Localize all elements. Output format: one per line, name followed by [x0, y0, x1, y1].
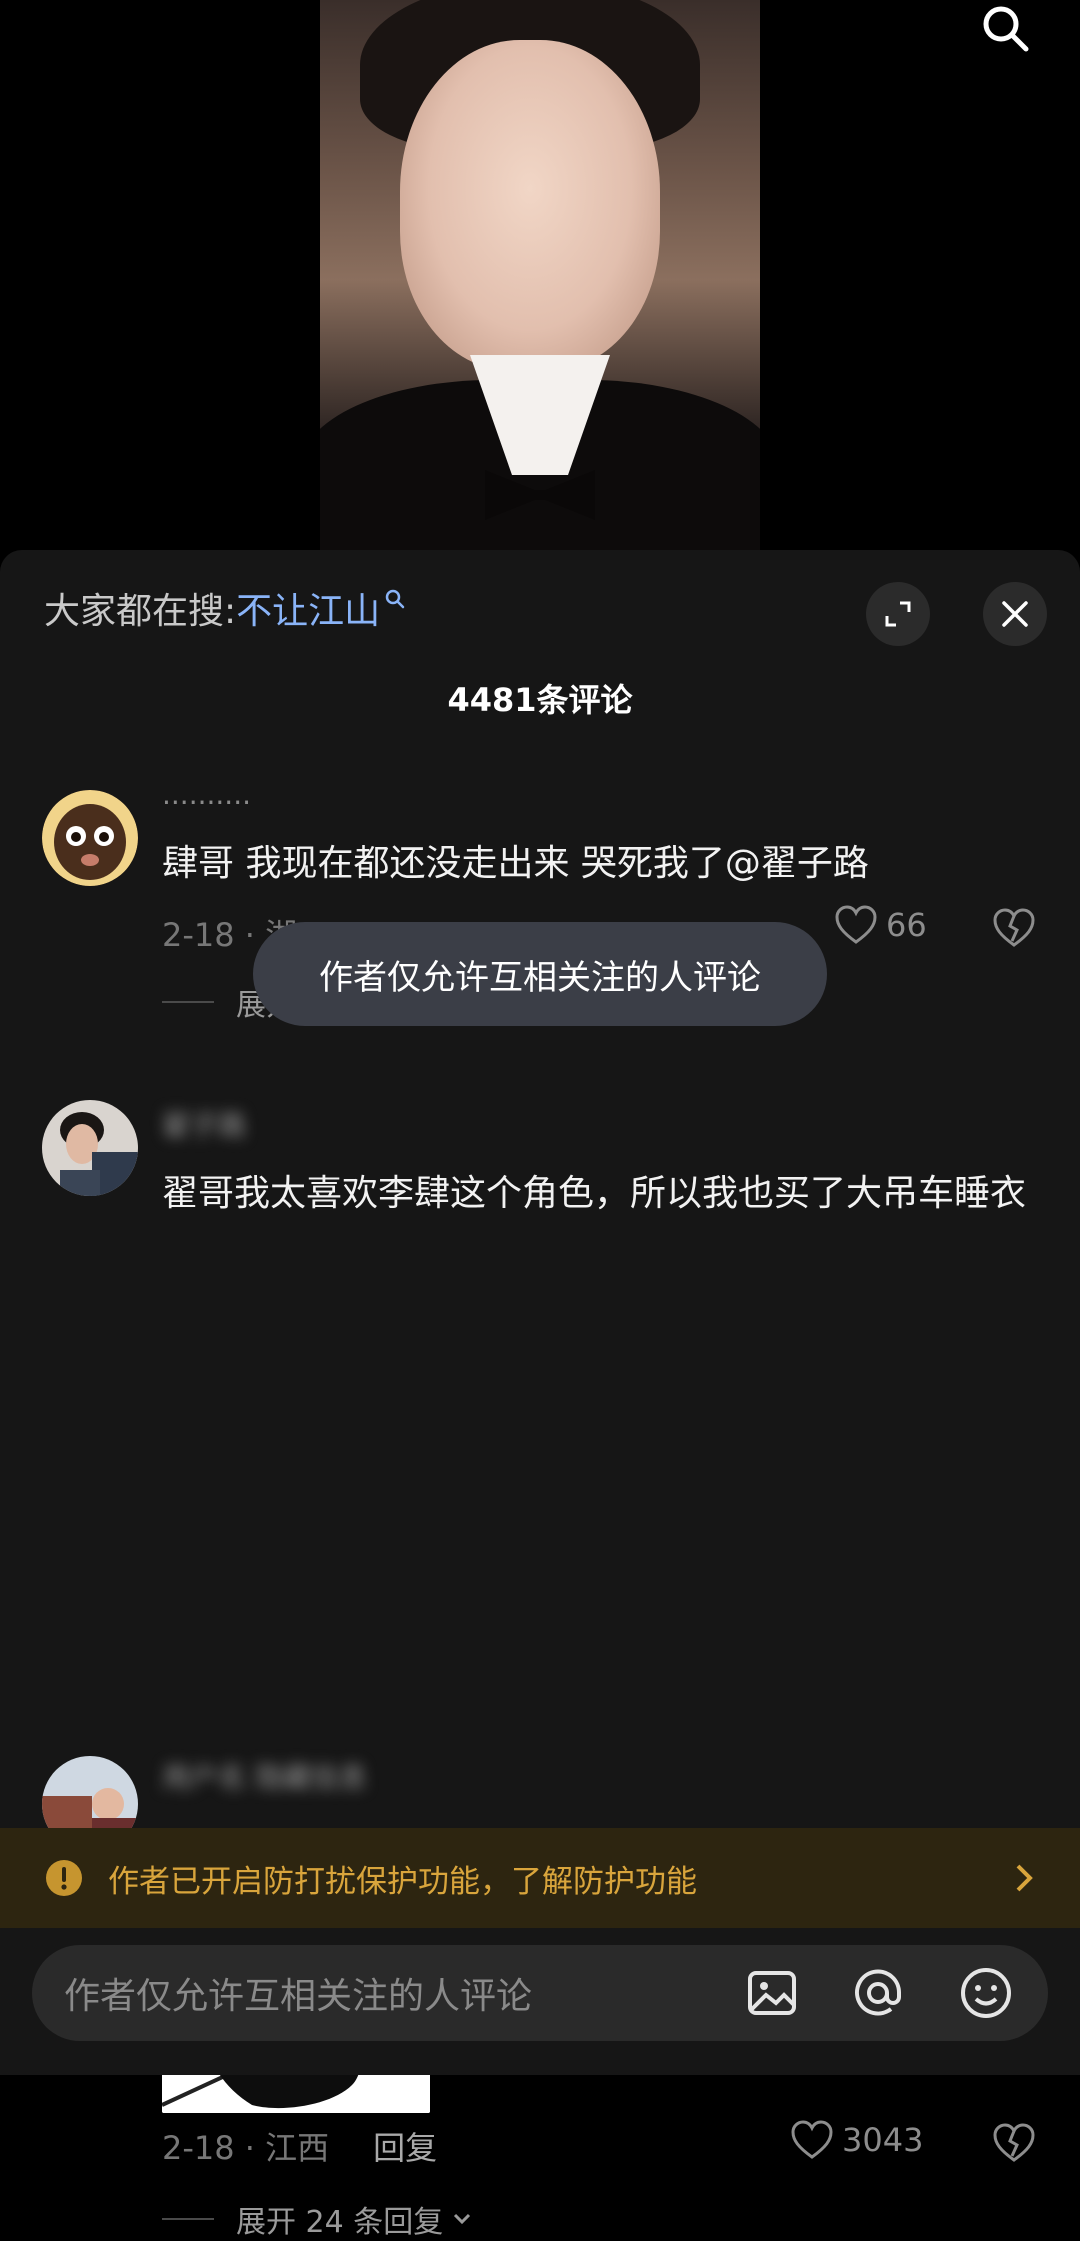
mention-button[interactable]	[848, 1963, 908, 2023]
comment-meta: 2-18 · 江西 回复	[162, 2123, 437, 2169]
reply-button[interactable]: 回复	[373, 2123, 437, 2169]
search-icon	[983, 6, 1029, 52]
chevron-down-icon	[454, 2213, 471, 2225]
chevron-right-icon	[1016, 1864, 1033, 1892]
avatar[interactable]	[42, 790, 138, 886]
like-count: 3043	[842, 2121, 924, 2159]
close-icon	[1002, 601, 1028, 627]
comment-username[interactable]: 翟子路	[162, 1104, 246, 1144]
emoji-icon	[961, 1968, 1011, 2018]
emoji-button[interactable]	[956, 1963, 1016, 2023]
at-icon	[855, 1969, 902, 2016]
avatar[interactable]	[42, 1100, 138, 1196]
expand-button[interactable]	[866, 582, 930, 646]
search-button[interactable]	[970, 0, 1040, 56]
video-preview[interactable]	[0, 0, 1080, 560]
dislike-button[interactable]	[992, 2123, 1036, 2167]
comment-input-placeholder: 作者仅允许互相关注的人评论	[64, 1976, 533, 2017]
avatar-image	[42, 790, 138, 886]
like-button[interactable]: 66	[834, 905, 927, 945]
anti-harassment-banner[interactable]: 作者已开启防打扰保护功能，了解防护功能	[0, 1828, 1080, 1928]
comment-input[interactable]: 作者仅允许互相关注的人评论	[32, 1945, 1048, 2041]
like-button[interactable]: 3043	[790, 2120, 923, 2160]
comment-date-location: 2-18 · 江西	[162, 2129, 330, 2167]
image-icon	[748, 1971, 796, 2015]
expand-icon	[885, 601, 911, 627]
avatar-image	[42, 1100, 138, 1196]
heart-icon	[835, 905, 877, 944]
image-button[interactable]	[742, 1963, 802, 2023]
like-count: 66	[886, 906, 927, 944]
comment-count: 4481条评论	[447, 681, 633, 719]
warning-icon	[46, 1860, 82, 1896]
heart-icon	[791, 2120, 833, 2159]
comment-text: 肆哥 我现在都还没走出来 哭死我了@翟子路	[162, 843, 869, 884]
expand-replies-label: 展开 24 条回复	[236, 2205, 444, 2240]
video-thumbnail	[320, 0, 760, 560]
hot-search-prefix: 大家都在搜:	[44, 591, 237, 632]
broken-heart-icon	[993, 908, 1035, 947]
toast-message: 作者仅允许互相关注的人评论	[253, 922, 827, 1026]
hot-search-keyword[interactable]: 不让江山	[236, 582, 380, 634]
search-small-icon	[385, 589, 405, 609]
comment-username[interactable]: ··········	[162, 786, 251, 819]
expand-replies[interactable]: 展开 24 条回复	[162, 2197, 475, 2241]
dislike-button[interactable]	[992, 908, 1036, 952]
broken-heart-icon	[993, 2123, 1035, 2162]
comment-input-bar: 作者仅允许互相关注的人评论	[0, 1928, 1080, 2075]
hot-search[interactable]: 大家都在搜: 不让江山	[44, 582, 406, 634]
close-button[interactable]	[983, 582, 1047, 646]
comment-username[interactable]: 用户名 隐藏信息	[162, 1756, 367, 1796]
banner-text: 作者已开启防打扰保护功能，了解防护功能	[108, 1863, 697, 1900]
comment-text: 翟哥我太喜欢李肆这个角色，所以我也买了大吊车睡衣	[162, 1173, 1027, 1214]
